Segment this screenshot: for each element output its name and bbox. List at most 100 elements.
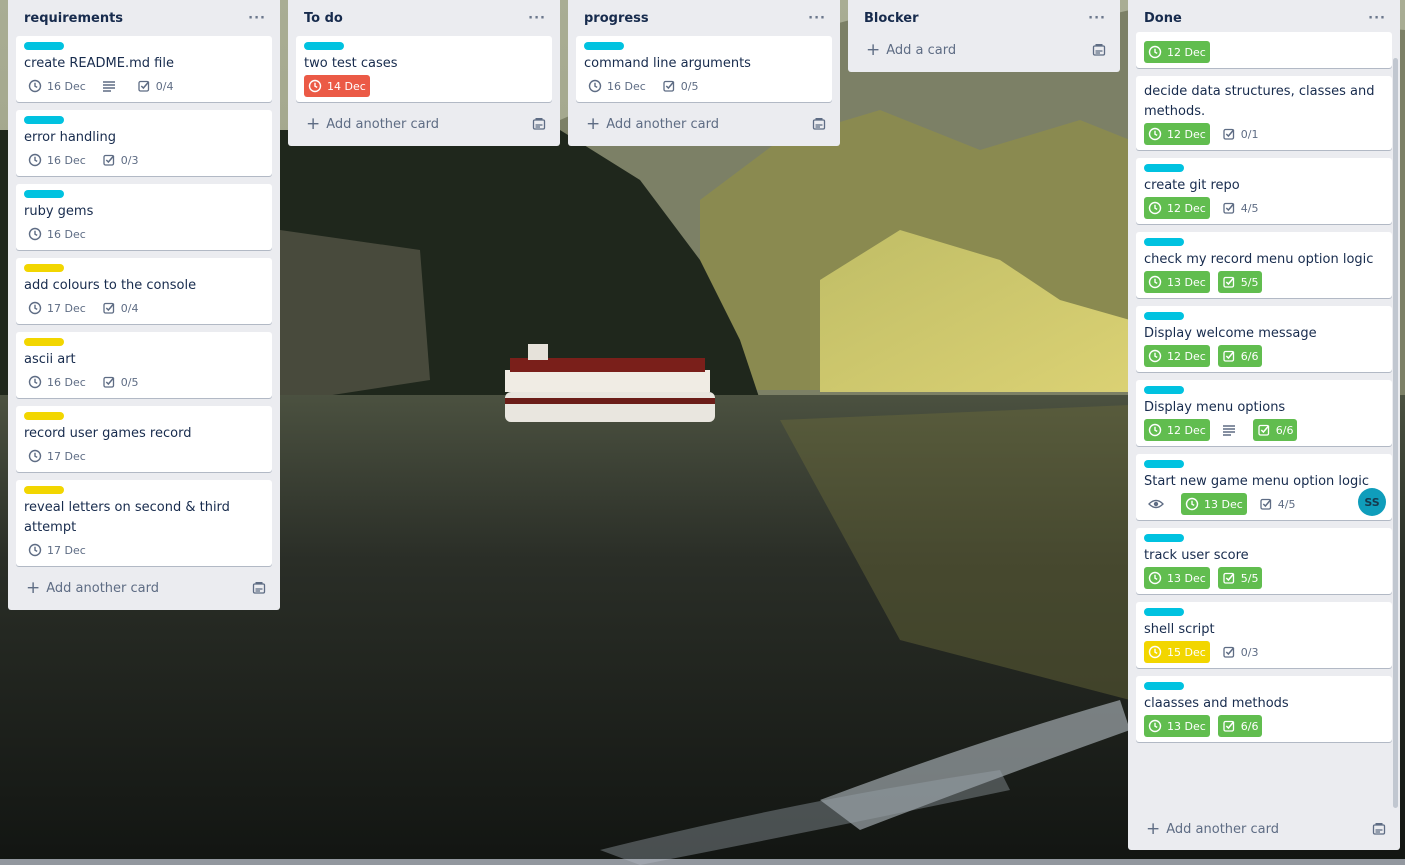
due-date-text: 16 Dec: [47, 375, 86, 389]
due-date-badge[interactable]: 16 Dec: [24, 149, 90, 171]
card-badges: 14 Dec: [304, 74, 544, 100]
card-template-icon[interactable]: [1372, 822, 1386, 836]
card-label[interactable]: [24, 42, 64, 50]
card-template-icon[interactable]: [812, 117, 826, 131]
checklist-badge: 0/5: [658, 75, 703, 97]
card-label[interactable]: [24, 338, 64, 346]
card-title: create git repo: [1144, 178, 1240, 193]
add-card-button[interactable]: + Add another card: [576, 110, 832, 138]
due-date-badge[interactable]: 13 Dec: [1181, 493, 1247, 515]
ellipsis-icon[interactable]: ···: [528, 12, 546, 25]
card-label[interactable]: [24, 116, 64, 124]
card[interactable]: ascii art 16 Dec 0/5: [16, 332, 272, 398]
card-label[interactable]: [24, 190, 64, 198]
card-label[interactable]: [1144, 682, 1184, 690]
card-title: ascii art: [24, 352, 76, 367]
due-date-badge[interactable]: 13 Dec: [1144, 567, 1210, 589]
card-template-icon[interactable]: [532, 117, 546, 131]
add-card-button[interactable]: + Add another card: [296, 110, 552, 138]
due-date-badge[interactable]: 16 Dec: [584, 75, 650, 97]
due-date-badge[interactable]: 13 Dec: [1144, 715, 1210, 737]
checklist-badge: 0/5: [98, 371, 143, 393]
list-title[interactable]: Blocker: [864, 11, 919, 26]
card-template-icon[interactable]: [1092, 43, 1106, 57]
due-date-badge[interactable]: 16 Dec: [24, 371, 90, 393]
due-date-badge[interactable]: 16 Dec: [24, 223, 90, 245]
list-title[interactable]: To do: [304, 11, 343, 26]
clock-icon: [1148, 45, 1162, 59]
card[interactable]: create git repo 12 Dec 4/5: [1136, 158, 1392, 224]
due-date-text: 17 Dec: [47, 543, 86, 557]
list-title[interactable]: progress: [584, 11, 649, 26]
list-title[interactable]: requirements: [24, 11, 123, 26]
card-label[interactable]: [584, 42, 624, 50]
card[interactable]: error handling 16 Dec 0/3: [16, 110, 272, 176]
due-date-badge[interactable]: 17 Dec: [24, 297, 90, 319]
clock-icon: [1148, 645, 1162, 659]
card[interactable]: create README.md file 16 Dec 0/4: [16, 36, 272, 102]
ellipsis-icon[interactable]: ···: [1368, 12, 1386, 25]
ellipsis-icon[interactable]: ···: [1088, 12, 1106, 25]
card-title: ruby gems: [24, 204, 94, 219]
due-date-text: 12 Dec: [1167, 45, 1206, 59]
card[interactable]: ruby gems 16 Dec: [16, 184, 272, 250]
checklist-count: 0/5: [680, 79, 699, 93]
due-date-badge[interactable]: 17 Dec: [24, 539, 90, 561]
card-label[interactable]: [24, 412, 64, 420]
card[interactable]: Display welcome message 12 Dec 6/6: [1136, 306, 1392, 372]
clock-icon: [1185, 497, 1199, 511]
card[interactable]: track user score 13 Dec 5/5: [1136, 528, 1392, 594]
card-label[interactable]: [24, 264, 64, 272]
due-date-badge[interactable]: 13 Dec: [1144, 271, 1210, 293]
card-template-icon[interactable]: [252, 581, 266, 595]
description-icon: [1218, 419, 1245, 441]
card-label[interactable]: [1144, 386, 1184, 394]
list-done: Done ··· 12 Dec decide data structures, cla…: [1128, 0, 1400, 850]
due-date-badge[interactable]: 12 Dec: [1144, 197, 1210, 219]
list-title[interactable]: Done: [1144, 11, 1182, 26]
card[interactable]: record user games record 17 Dec: [16, 406, 272, 472]
due-date-badge[interactable]: 12 Dec: [1144, 345, 1210, 367]
card[interactable]: reveal letters on second & third attempt…: [16, 480, 272, 566]
plus-icon: +: [586, 113, 601, 134]
card[interactable]: claasses and methods 13 Dec 6/6: [1136, 676, 1392, 742]
add-card-button[interactable]: + Add another card: [16, 574, 272, 602]
card[interactable]: add colours to the console 17 Dec 0/4: [16, 258, 272, 324]
card-label[interactable]: [1144, 312, 1184, 320]
avatar[interactable]: SS: [1358, 488, 1386, 516]
card-label[interactable]: [1144, 534, 1184, 542]
due-date-badge[interactable]: 15 Dec: [1144, 641, 1210, 663]
card[interactable]: Start new game menu option logic 13 Dec 4/…: [1136, 454, 1392, 520]
card[interactable]: 12 Dec: [1136, 32, 1392, 68]
due-date-badge[interactable]: 16 Dec: [24, 75, 90, 97]
card-label[interactable]: [304, 42, 344, 50]
checklist-badge: 6/6: [1217, 715, 1263, 737]
due-date-badge[interactable]: 14 Dec: [304, 75, 370, 97]
add-card-button[interactable]: + Add another card: [1136, 815, 1392, 843]
checklist-icon: [1257, 423, 1271, 437]
ellipsis-icon[interactable]: ···: [248, 12, 266, 25]
due-date-badge[interactable]: 12 Dec: [1144, 123, 1210, 145]
card-label[interactable]: [24, 486, 64, 494]
list-vertical-scrollbar[interactable]: [1393, 58, 1398, 808]
card[interactable]: two test cases 14 Dec: [296, 36, 552, 102]
card[interactable]: shell script 15 Dec 0/3: [1136, 602, 1392, 668]
card[interactable]: check my record menu option logic 13 Dec 5…: [1136, 232, 1392, 298]
card[interactable]: command line arguments 16 Dec 0/5: [576, 36, 832, 102]
card-label[interactable]: [1144, 238, 1184, 246]
add-card-button[interactable]: + Add a card: [856, 36, 1112, 64]
card-label[interactable]: [1144, 460, 1184, 468]
checklist-count: 5/5: [1240, 275, 1259, 289]
due-date-badge[interactable]: 17 Dec: [24, 445, 90, 467]
card-label[interactable]: [1144, 164, 1184, 172]
due-date-badge[interactable]: 12 Dec: [1144, 419, 1210, 441]
card[interactable]: Display menu options 12 Dec 6/6: [1136, 380, 1392, 446]
ellipsis-icon[interactable]: ···: [808, 12, 826, 25]
due-date-badge[interactable]: 12 Dec: [1144, 41, 1210, 63]
board-horizontal-scrollbar[interactable]: [0, 859, 1405, 865]
card-label[interactable]: [1144, 608, 1184, 616]
card[interactable]: decide data structures, classes and meth…: [1136, 76, 1392, 150]
card-title: record user games record: [24, 426, 192, 441]
due-date-text: 17 Dec: [47, 301, 86, 315]
card-badges: 16 Dec 0/5: [584, 74, 824, 100]
